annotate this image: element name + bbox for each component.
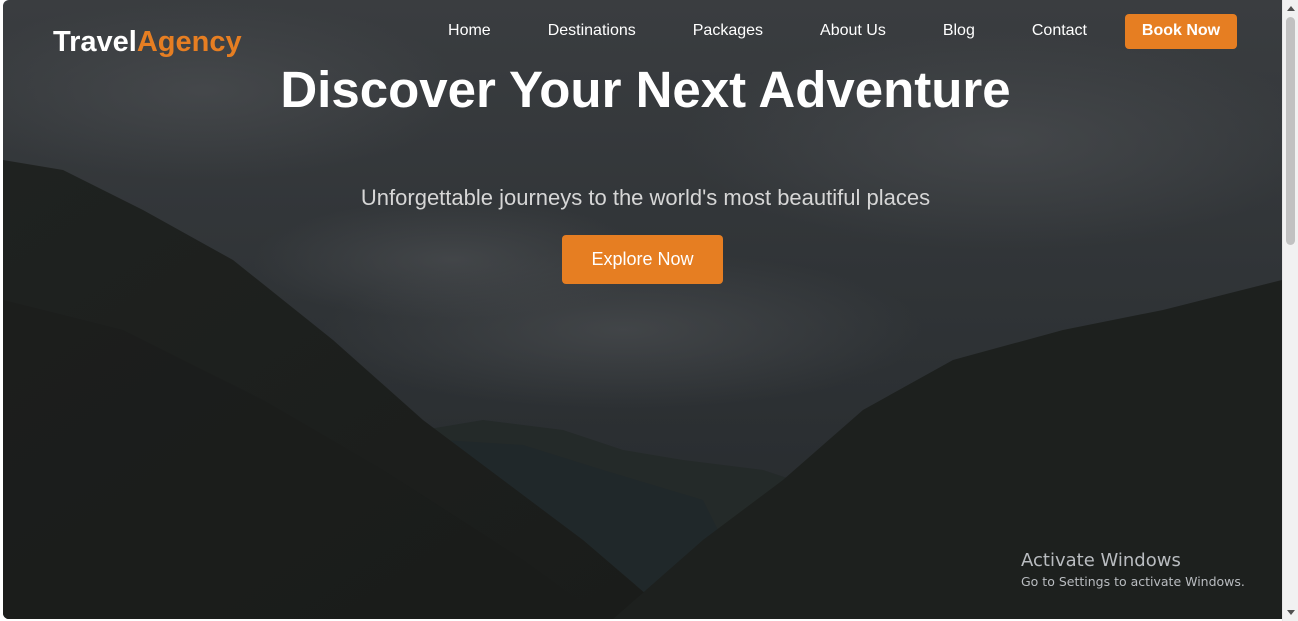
scroll-down-arrow-icon[interactable] bbox=[1287, 610, 1295, 615]
hero-title: Discover Your Next Adventure bbox=[280, 61, 1011, 118]
activate-windows-watermark: Activate Windows Go to Settings to activ… bbox=[1021, 550, 1245, 589]
brand-logo[interactable]: TravelAgency bbox=[53, 26, 242, 59]
main-navigation: Home Destinations Packages About Us Blog… bbox=[448, 13, 1237, 49]
nav-link-destinations[interactable]: Destinations bbox=[548, 22, 636, 40]
explore-now-button[interactable]: Explore Now bbox=[562, 235, 723, 284]
nav-link-about-us[interactable]: About Us bbox=[820, 22, 886, 40]
watermark-subtitle: Go to Settings to activate Windows. bbox=[1021, 574, 1245, 589]
browser-viewport: TravelAgency Home Destinations Packages … bbox=[3, 0, 1282, 619]
book-now-button[interactable]: Book Now bbox=[1125, 13, 1237, 49]
brand-name-accent: Agency bbox=[136, 26, 242, 58]
nav-link-packages[interactable]: Packages bbox=[693, 22, 763, 40]
brand-name-main: Travel bbox=[53, 26, 137, 58]
nav-link-blog[interactable]: Blog bbox=[943, 22, 975, 40]
nav-link-contact[interactable]: Contact bbox=[1032, 22, 1087, 40]
scrollbar-thumb[interactable] bbox=[1286, 17, 1295, 245]
vertical-scrollbar[interactable] bbox=[1282, 0, 1298, 621]
scroll-up-arrow-icon[interactable] bbox=[1287, 6, 1295, 11]
nav-link-home[interactable]: Home bbox=[448, 22, 491, 40]
watermark-title: Activate Windows bbox=[1021, 550, 1181, 571]
hero-subtitle: Unforgettable journeys to the world's mo… bbox=[360, 185, 931, 210]
